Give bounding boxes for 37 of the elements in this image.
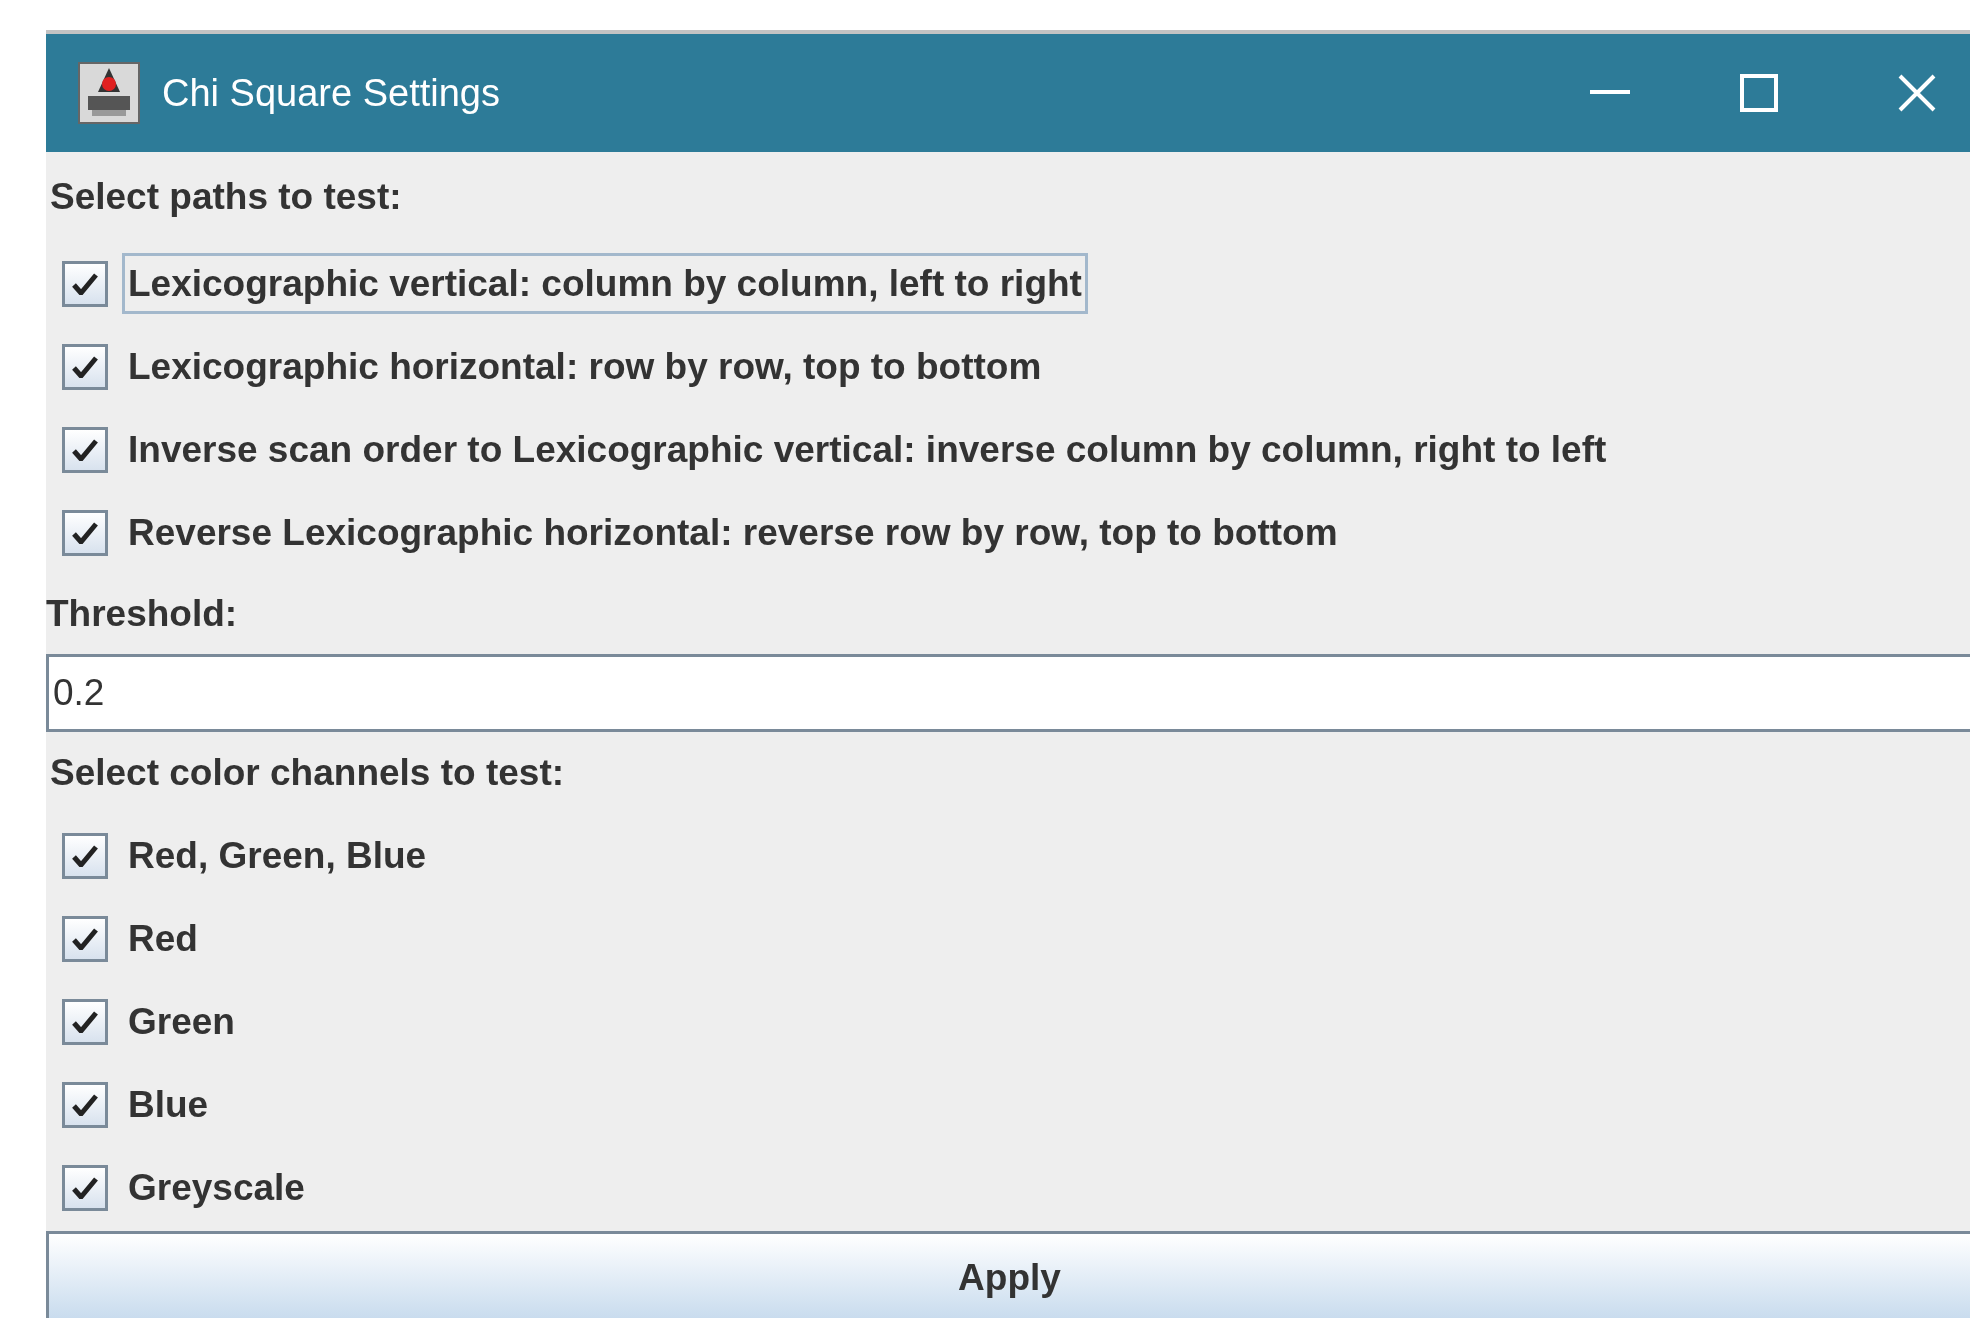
checkbox-label[interactable]: Blue xyxy=(122,1073,215,1136)
checkbox-label[interactable]: Reverse Lexicographic horizontal: reverse row by row, top to bottom xyxy=(122,501,1344,564)
checkbox[interactable] xyxy=(62,1081,108,1128)
checkbox-label[interactable]: Lexicographic horizontal: row by row, top to bottom xyxy=(122,335,1048,398)
close-icon[interactable] xyxy=(1898,74,1936,112)
check-icon xyxy=(72,272,98,295)
check-icon xyxy=(72,355,98,378)
check-icon xyxy=(72,1010,98,1033)
maximize-icon[interactable] xyxy=(1740,74,1778,112)
threshold-label: Threshold: xyxy=(46,592,238,637)
section-label: Select color channels to test: xyxy=(50,751,565,796)
checkbox-label[interactable]: Red xyxy=(122,907,204,970)
section-label: Select paths to test: xyxy=(50,175,402,220)
checkbox-label[interactable]: Lexicographic vertical: column by column, left to right xyxy=(122,252,1088,315)
check-icon xyxy=(72,521,98,544)
check-icon xyxy=(72,844,98,867)
checkbox[interactable] xyxy=(62,832,108,879)
apply-button[interactable]: Apply xyxy=(46,1231,1970,1318)
checkbox[interactable] xyxy=(62,260,108,307)
checkbox[interactable] xyxy=(62,343,108,390)
check-icon xyxy=(72,927,98,950)
checkbox-label[interactable]: Green xyxy=(122,990,241,1053)
checkbox-label[interactable]: Red, Green, Blue xyxy=(122,824,433,887)
checkbox[interactable] xyxy=(62,915,108,962)
checkbox[interactable] xyxy=(62,509,108,556)
check-icon xyxy=(72,1093,98,1116)
app-icon xyxy=(78,62,140,124)
minimize-icon[interactable] xyxy=(1590,90,1630,96)
threshold-field[interactable]: 0.2 xyxy=(46,654,1970,732)
checkbox[interactable] xyxy=(62,426,108,473)
checkbox-label[interactable]: Greyscale xyxy=(122,1156,311,1219)
checkbox[interactable] xyxy=(62,1164,108,1211)
checkbox[interactable] xyxy=(62,998,108,1045)
check-icon xyxy=(72,1176,98,1199)
window-title: Chi Square Settings xyxy=(162,70,500,116)
checkbox-label[interactable]: Inverse scan order to Lexicographic vertical: inverse column by column, right to left xyxy=(122,418,1613,481)
check-icon xyxy=(72,438,98,461)
